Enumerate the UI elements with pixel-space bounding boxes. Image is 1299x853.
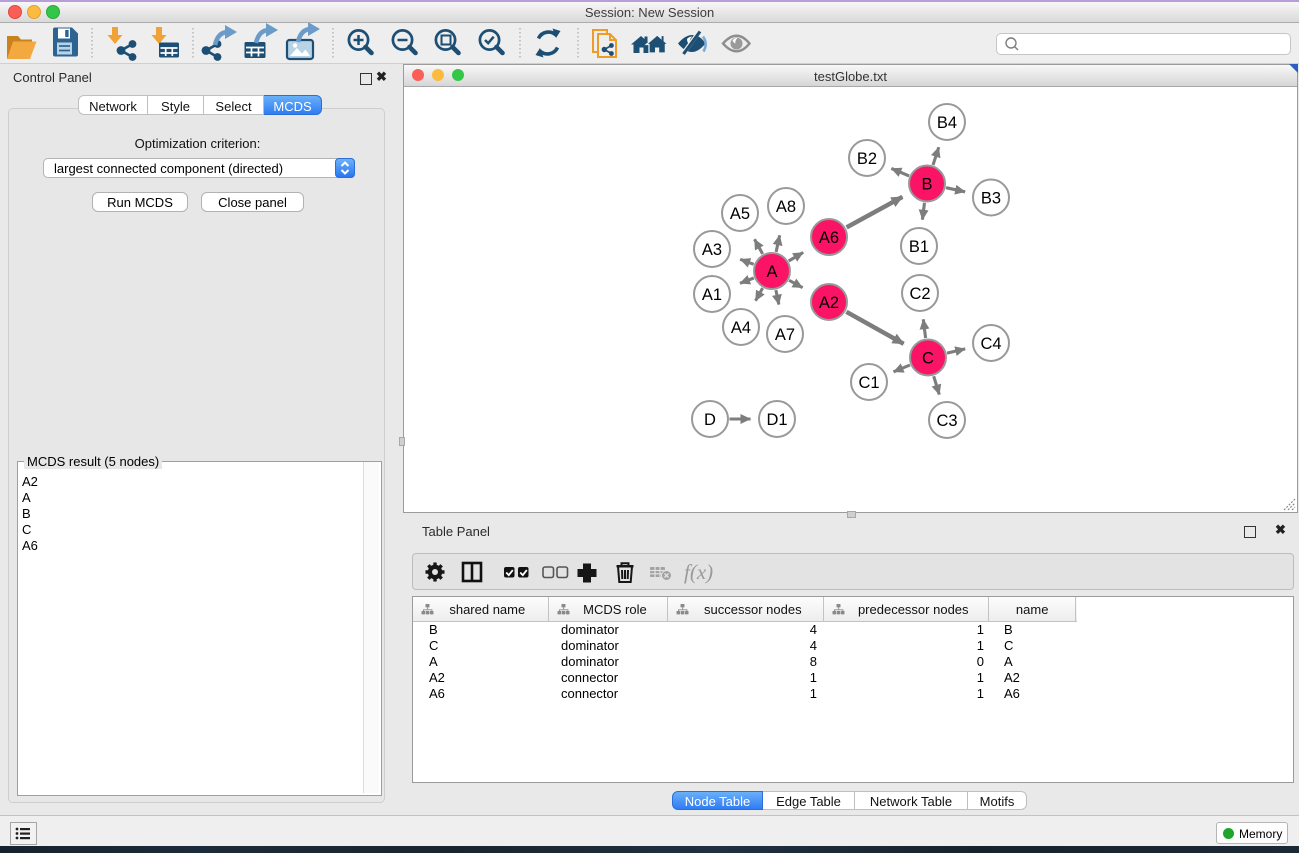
- svg-text:A6: A6: [819, 229, 839, 247]
- svg-text:B4: B4: [937, 114, 957, 132]
- svg-text:B3: B3: [981, 190, 1001, 208]
- svg-text:A4: A4: [731, 319, 751, 337]
- svg-text:C2: C2: [909, 285, 930, 303]
- svg-text:A1: A1: [702, 286, 722, 304]
- svg-text:A7: A7: [775, 326, 795, 344]
- svg-text:A2: A2: [819, 294, 839, 312]
- svg-text:B: B: [921, 176, 932, 194]
- svg-text:B1: B1: [909, 238, 929, 256]
- svg-text:C4: C4: [980, 335, 1001, 353]
- svg-text:D1: D1: [766, 411, 787, 429]
- svg-text:C: C: [922, 350, 934, 368]
- svg-text:C1: C1: [858, 374, 879, 392]
- svg-text:C3: C3: [936, 412, 957, 430]
- svg-text:f(x): f(x): [684, 560, 713, 584]
- svg-text:A: A: [766, 263, 777, 281]
- svg-text:A3: A3: [702, 241, 722, 259]
- svg-text:B2: B2: [857, 150, 877, 168]
- svg-text:A5: A5: [730, 205, 750, 223]
- svg-text:A8: A8: [776, 198, 796, 216]
- svg-text:D: D: [704, 411, 716, 429]
